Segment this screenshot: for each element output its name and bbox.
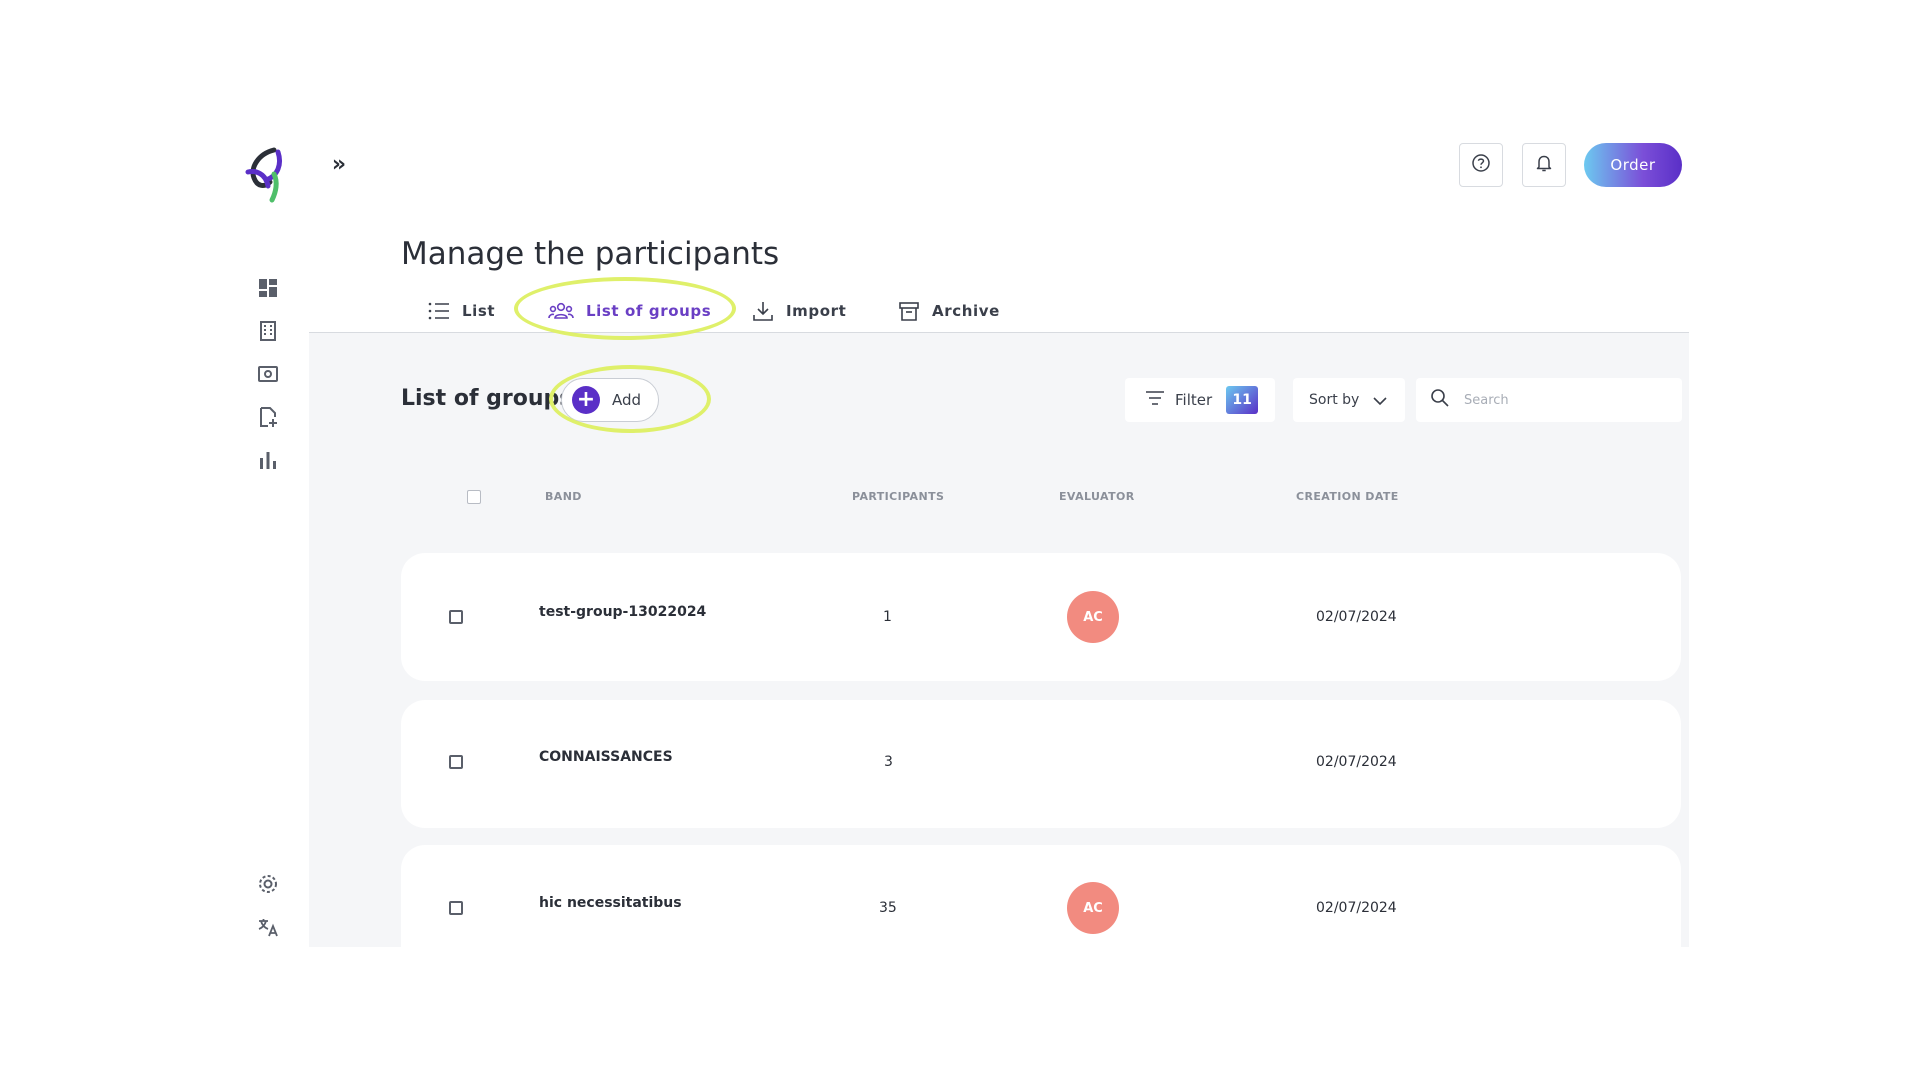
tab-import[interactable]: Import xyxy=(752,296,846,326)
translate-icon[interactable] xyxy=(256,915,280,939)
plus-icon: + xyxy=(572,386,600,414)
filter-button[interactable]: Filter 11 xyxy=(1125,378,1275,422)
creation-date: 02/07/2024 xyxy=(1316,900,1397,916)
tab-archive[interactable]: Archive xyxy=(898,296,1000,326)
settings-icon[interactable] xyxy=(256,872,280,896)
search-input[interactable] xyxy=(1462,391,1666,409)
tab-label: Import xyxy=(786,302,847,320)
row-checkbox[interactable] xyxy=(449,755,463,769)
sort-label: Sort by xyxy=(1309,392,1360,408)
list-icon xyxy=(428,301,450,321)
filter-label: Filter xyxy=(1175,391,1213,409)
order-button[interactable]: Order xyxy=(1584,143,1682,187)
column-header-evaluator[interactable]: EVALUATOR xyxy=(1059,490,1135,503)
add-label: Add xyxy=(612,391,642,409)
band-name[interactable]: hic necessitatibus xyxy=(539,895,682,911)
filter-icon xyxy=(1145,390,1165,410)
participants-count: 1 xyxy=(883,609,892,625)
column-header-participants[interactable]: PARTICIPANTS xyxy=(852,490,944,503)
tab-label: List xyxy=(462,302,496,320)
column-header-band[interactable]: BAND xyxy=(545,490,582,503)
column-header-creation-date[interactable]: CREATION DATE xyxy=(1296,490,1399,503)
select-all-checkbox[interactable] xyxy=(467,490,481,504)
question-circle-icon xyxy=(1471,153,1491,177)
tab-list[interactable]: List xyxy=(428,296,495,326)
page-title: Manage the participants xyxy=(401,236,780,272)
help-button[interactable] xyxy=(1459,143,1503,187)
bar-chart-icon[interactable] xyxy=(256,448,280,472)
section-title: List of groups xyxy=(401,386,573,411)
creation-date: 02/07/2024 xyxy=(1316,754,1397,770)
tab-label: Archive xyxy=(932,302,1000,320)
search-icon xyxy=(1430,388,1450,412)
row-clip: hic necessitatibus 35 AC 02/07/2024 xyxy=(309,845,1689,947)
evaluator-avatar[interactable]: AC xyxy=(1067,882,1119,934)
download-icon xyxy=(752,300,774,322)
app-logo[interactable] xyxy=(244,146,292,204)
building-icon[interactable] xyxy=(256,319,280,343)
creation-date: 02/07/2024 xyxy=(1316,609,1397,625)
sort-by-dropdown[interactable]: Sort by xyxy=(1293,378,1405,422)
dashboard-icon[interactable] xyxy=(256,276,280,300)
group-icon xyxy=(548,301,574,321)
bell-icon xyxy=(1534,153,1554,177)
filter-count-badge: 11 xyxy=(1226,386,1259,414)
row-checkbox[interactable] xyxy=(449,901,463,915)
evaluator-avatar[interactable]: AC xyxy=(1067,591,1119,643)
tab-list-of-groups[interactable]: List of groups xyxy=(548,296,711,326)
row-checkbox[interactable] xyxy=(449,610,463,624)
search-box[interactable] xyxy=(1416,378,1682,422)
participants-count: 35 xyxy=(879,900,897,916)
band-name[interactable]: test-group-13022024 xyxy=(539,604,706,620)
band-name[interactable]: CONNAISSANCES xyxy=(539,749,673,765)
notifications-button[interactable] xyxy=(1522,143,1566,187)
participants-count: 3 xyxy=(884,754,893,770)
archive-icon xyxy=(898,300,920,322)
add-document-icon[interactable] xyxy=(256,405,280,429)
tab-label: List of groups xyxy=(586,302,712,320)
expand-sidebar-button[interactable]: » xyxy=(326,152,352,178)
chevron-down-icon xyxy=(1373,391,1387,410)
screen-icon[interactable] xyxy=(256,362,280,386)
add-group-button[interactable]: + Add xyxy=(561,378,659,422)
